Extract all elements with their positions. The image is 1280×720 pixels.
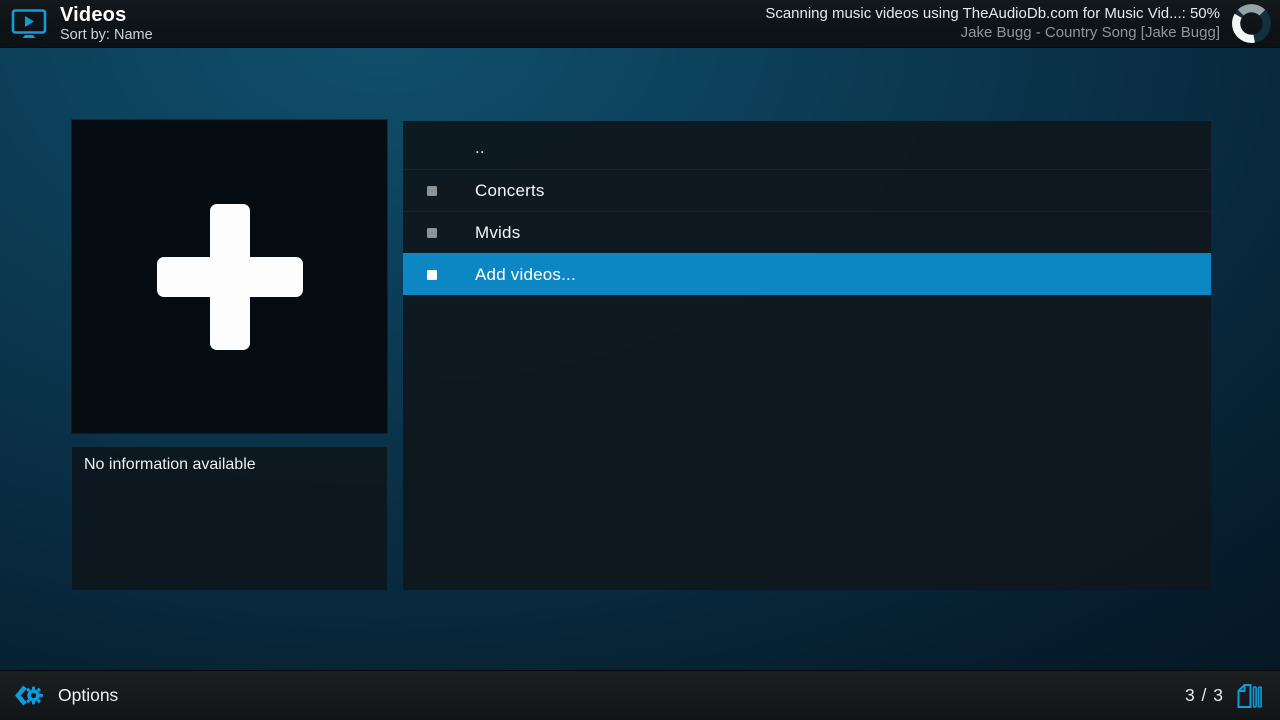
footer-bar: Options 3 / 3 — [0, 670, 1280, 720]
scan-current-item-text: Jake Bugg - Country Song [Jake Bugg] — [961, 24, 1220, 43]
list-item-add-videos[interactable]: Add videos... — [403, 253, 1211, 295]
stacked-pages-icon[interactable] — [1234, 682, 1265, 710]
options-button[interactable]: Options — [0, 682, 118, 710]
header-left: Videos Sort by: Name — [0, 4, 153, 44]
list-item-label: .. — [475, 138, 485, 158]
video-sources-list: .. Concerts Mvids Add videos... — [403, 121, 1211, 590]
scan-progress-text: Scanning music videos using TheAudioDb.c… — [765, 5, 1220, 24]
busy-spinner-icon — [1229, 1, 1274, 46]
title-block: Videos Sort by: Name — [60, 4, 153, 44]
footer-right: 3 / 3 — [1185, 682, 1280, 710]
header-bar: Videos Sort by: Name Scanning music vide… — [0, 0, 1280, 48]
header-right: Scanning music videos using TheAudioDb.c… — [765, 1, 1280, 46]
background: Videos Sort by: Name Scanning music vide… — [0, 0, 1280, 720]
info-panel: No information available — [72, 447, 387, 590]
square-bullet-icon — [427, 270, 437, 280]
square-bullet-icon — [427, 186, 437, 196]
list-item-label: Add videos... — [475, 265, 576, 285]
list-item-label: Concerts — [475, 181, 545, 201]
options-gear-icon — [14, 682, 44, 710]
list-item-concerts[interactable]: Concerts — [403, 169, 1211, 211]
list-item-parent-folder[interactable]: .. — [403, 127, 1211, 169]
list-item-mvids[interactable]: Mvids — [403, 211, 1211, 253]
square-bullet-icon — [427, 228, 437, 238]
scan-status: Scanning music videos using TheAudioDb.c… — [765, 5, 1220, 43]
page-position: 3 / 3 — [1185, 685, 1224, 706]
focused-item-thumbnail — [72, 120, 387, 433]
page-title: Videos — [60, 4, 153, 26]
video-monitor-play-icon — [11, 8, 47, 40]
info-text: No information available — [84, 456, 256, 473]
options-label: Options — [58, 685, 118, 706]
list-item-label: Mvids — [475, 223, 520, 243]
sort-order-label: Sort by: Name — [60, 27, 153, 43]
